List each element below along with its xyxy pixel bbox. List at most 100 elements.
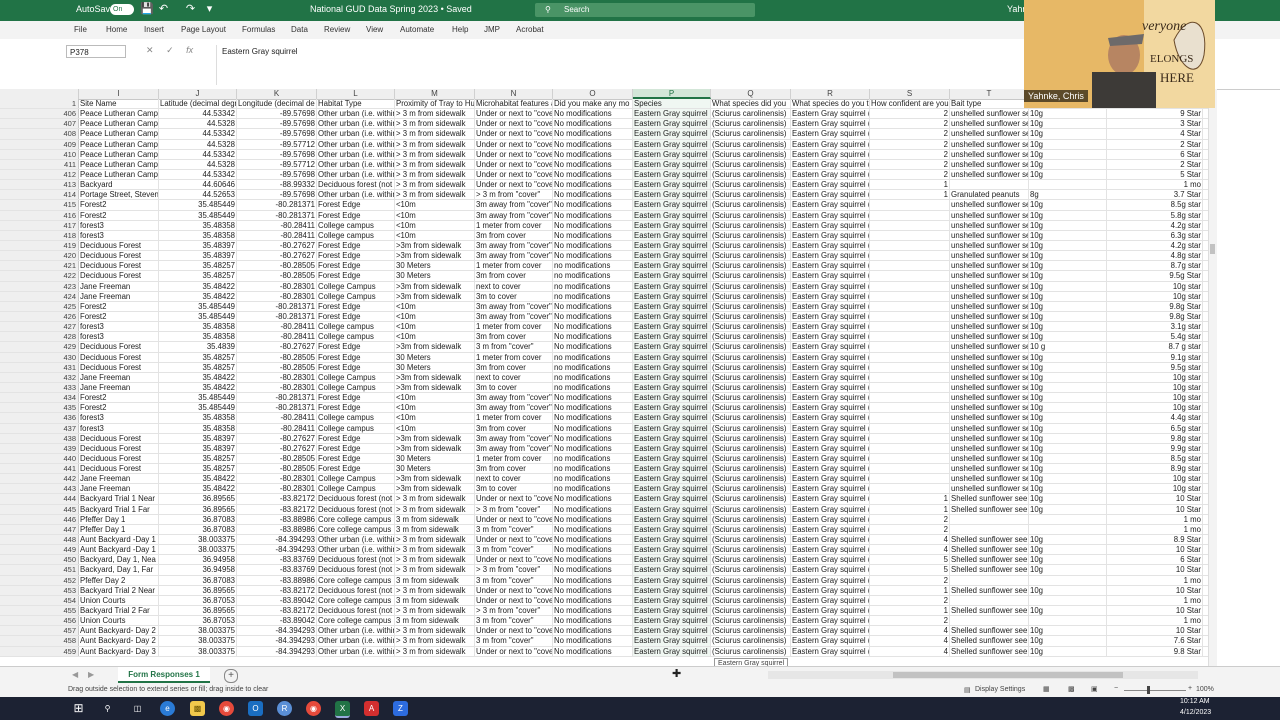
cell[interactable]: > 3 m from sidewalk	[395, 109, 475, 119]
cell[interactable]: Eastern Gray squirrel (	[791, 119, 870, 129]
cell[interactable]: 4.4g star	[1107, 413, 1203, 423]
cell[interactable]: 3m from cover	[475, 362, 553, 372]
cell[interactable]: No modifications	[553, 109, 633, 119]
cell[interactable]: 3 m from "cover"	[475, 636, 553, 646]
cell[interactable]: Peace Lutheran Camp	[79, 139, 159, 149]
cell[interactable]: (Sciurus carolinensis)	[711, 139, 791, 149]
cell[interactable]: forest3	[79, 413, 159, 423]
cell[interactable]: 10g	[1029, 606, 1107, 616]
add-sheet-icon[interactable]: +	[224, 669, 238, 683]
row-number[interactable]: 408	[0, 129, 79, 139]
cell[interactable]: 9.5g star	[1107, 362, 1203, 372]
cell[interactable]: >3m from sidewalk	[395, 281, 475, 291]
cell[interactable]: Eastern Gray squirrel	[633, 159, 711, 169]
cell[interactable]: <10m	[395, 210, 475, 220]
cell[interactable]: <10m	[395, 403, 475, 413]
column-header[interactable]: K	[237, 89, 317, 99]
cell[interactable]: Forest Edge	[317, 342, 395, 352]
cell[interactable]: 3 m from "cover"	[475, 524, 553, 535]
cell[interactable]: No modifications	[553, 595, 633, 606]
cell[interactable]: <10m	[395, 311, 475, 322]
cell[interactable]: 35.48422	[159, 474, 237, 484]
cell[interactable]: 30 Meters	[395, 352, 475, 362]
cell[interactable]: 10g star	[1107, 291, 1203, 301]
cell[interactable]: 44.5328	[159, 139, 237, 149]
cell[interactable]: 3m from cover	[475, 230, 553, 240]
column-header[interactable]: T	[950, 89, 1029, 99]
row-number[interactable]: 430	[0, 352, 79, 362]
sheet-tab-form-responses[interactable]: Form Responses 1	[118, 667, 210, 683]
cell[interactable]: Jane Freeman	[79, 484, 159, 494]
cell[interactable]: unshelled sunflower se	[950, 230, 1029, 240]
cell[interactable]	[870, 382, 950, 393]
cell[interactable]: Under or next to "cove	[475, 626, 553, 636]
cell[interactable]: Under or next to "cove	[475, 494, 553, 504]
cell[interactable]: Under or next to "cove	[475, 169, 553, 180]
cell[interactable]: -80.28411	[237, 413, 317, 423]
row-number[interactable]: 420	[0, 251, 79, 261]
cell[interactable]: Eastern Gray squirrel	[633, 342, 711, 352]
cell[interactable]: 9.9g star	[1107, 443, 1203, 453]
cell[interactable]: How confident are you	[870, 99, 950, 109]
cell[interactable]: Forest Edge	[317, 251, 395, 261]
cell[interactable]: Eastern Gray squirrel	[633, 484, 711, 494]
cell[interactable]: unshelled sunflower se	[950, 301, 1029, 311]
cell[interactable]: 10g	[1029, 636, 1107, 646]
cell[interactable]: 10g	[1029, 626, 1107, 636]
cell[interactable]: unshelled sunflower se	[950, 423, 1029, 433]
cell[interactable]: -83.88986	[237, 575, 317, 585]
cell[interactable]: No modifications	[553, 433, 633, 443]
cell[interactable]: Deciduous Forest	[79, 342, 159, 352]
cell[interactable]: Shelled sunflower see	[950, 646, 1029, 656]
cell[interactable]: -80.28411	[237, 423, 317, 433]
cell[interactable]: Under or next to "cove	[475, 555, 553, 565]
cell[interactable]: Portage Street, Steven	[79, 190, 159, 200]
cell[interactable]: Under or next to "cove	[475, 119, 553, 129]
row-number[interactable]: 445	[0, 504, 79, 514]
page-layout-view-icon[interactable]: ▩	[1068, 685, 1075, 693]
cell[interactable]: Did you make any mo	[553, 99, 633, 109]
cell[interactable]: Eastern Gray squirrel	[633, 169, 711, 180]
cell[interactable]: Forest Edge	[317, 362, 395, 372]
cell[interactable]: 9.5g Star	[1107, 271, 1203, 281]
row-number[interactable]: 448	[0, 535, 79, 545]
cell[interactable]	[1029, 524, 1107, 535]
cell[interactable]: 35.48257	[159, 271, 237, 281]
cell[interactable]: 3m away from "cover"	[475, 403, 553, 413]
outlook-icon[interactable]: O	[248, 701, 263, 716]
insert-function-icon[interactable]: fx	[186, 45, 193, 55]
cell[interactable]: -80.28411	[237, 332, 317, 342]
cell[interactable]: 8.7g star	[1107, 261, 1203, 271]
row-number[interactable]: 418	[0, 230, 79, 240]
cell[interactable]: (Sciurus carolinensis)	[711, 393, 791, 403]
cell[interactable]: 35.485449	[159, 200, 237, 210]
cell[interactable]: unshelled sunflower se	[950, 271, 1029, 281]
cell[interactable]: Backyard, Day 1, Nea	[79, 555, 159, 565]
row-number[interactable]: 435	[0, 403, 79, 413]
cell[interactable]: (Sciurus carolinensis)	[711, 240, 791, 251]
cell[interactable]: forest3	[79, 332, 159, 342]
cell[interactable]: No modifications	[553, 423, 633, 433]
cell[interactable]: No modifications	[553, 646, 633, 656]
cell[interactable]: Eastern Gray squirrel (	[791, 494, 870, 504]
cell[interactable]: Eastern Gray squirrel (Sciurus carolinen…	[791, 200, 870, 210]
cell[interactable]: Eastern Gray squirrel	[633, 382, 711, 393]
cell[interactable]: Jane Freeman	[79, 474, 159, 484]
cell[interactable]: No modifications	[553, 180, 633, 190]
cell[interactable]: Eastern Gray squirrel (	[791, 524, 870, 535]
row-number[interactable]: 456	[0, 616, 79, 626]
cell[interactable]: Peace Lutheran Camp	[79, 159, 159, 169]
cell[interactable]: (Sciurus carolinensis)	[711, 342, 791, 352]
cell[interactable]: Core college campus	[317, 616, 395, 626]
cell[interactable]: unshelled sunflower se	[950, 200, 1029, 210]
cell[interactable]: 4	[870, 535, 950, 545]
cell[interactable]: -80.27627	[237, 443, 317, 453]
cell[interactable]: -89.57698	[237, 169, 317, 180]
cell[interactable]: Eastern Gray squirrel (	[791, 575, 870, 585]
cell[interactable]: Other urban (i.e. within	[317, 535, 395, 545]
cell[interactable]: -80.28301	[237, 484, 317, 494]
cell[interactable]: (Sciurus carolinensis)	[711, 200, 791, 210]
cell[interactable]: > 3 m from sidewalk	[395, 646, 475, 656]
cell[interactable]: no modifications	[553, 382, 633, 393]
cell[interactable]: 3m from cover	[475, 271, 553, 281]
